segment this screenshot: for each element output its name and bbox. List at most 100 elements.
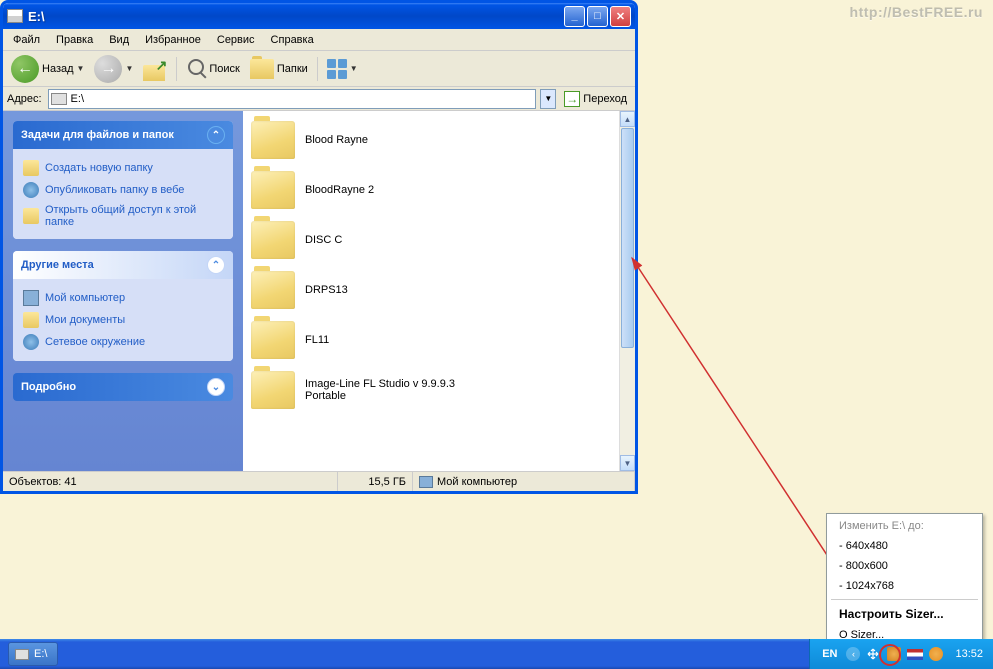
place-mycomputer[interactable]: Мой компьютер [23, 287, 223, 309]
place-mydocs[interactable]: Мои документы [23, 309, 223, 331]
list-item[interactable]: DRPS13 [247, 265, 631, 315]
up-button[interactable]: ↗ [139, 55, 171, 83]
separator [317, 57, 318, 81]
cm-header: Изменить E:\ до: [829, 516, 980, 536]
flag-tray-icon[interactable] [907, 646, 923, 662]
address-dropdown[interactable]: ▼ [540, 89, 556, 109]
menu-service[interactable]: Сервис [209, 31, 263, 49]
list-item[interactable]: FL11 [247, 315, 631, 365]
cm-size-1024[interactable]: - 1024x768 [829, 576, 980, 596]
separator [176, 57, 177, 81]
chevron-down-icon: ⌄ [207, 378, 225, 396]
go-arrow-icon: → [564, 91, 580, 107]
folder-icon [251, 171, 295, 209]
menu-edit[interactable]: Правка [48, 31, 101, 49]
folder-icon [251, 121, 295, 159]
details-title: Подробно [21, 381, 76, 393]
cm-configure[interactable]: Настроить Sizer... [829, 603, 980, 625]
watermark: http://BestFREE.ru [850, 4, 983, 20]
places-header[interactable]: Другие места ⌃ [13, 251, 233, 279]
places-title: Другие места [21, 259, 94, 271]
system-tray: EN ‹ 13:52 [809, 639, 993, 669]
defender-tray-icon[interactable] [886, 646, 902, 662]
back-button[interactable]: ← Назад ▼ [7, 53, 88, 85]
status-location: Мой компьютер [413, 472, 635, 491]
task-new-folder[interactable]: Создать новую папку [23, 157, 223, 179]
file-list[interactable]: Blood Rayne BloodRayne 2 DISC C DRPS13 F… [243, 111, 635, 471]
tray-expand-icon[interactable]: ‹ [846, 647, 860, 661]
views-button[interactable]: ▼ [323, 57, 362, 81]
taskbar: E:\ EN ‹ 13:52 [0, 639, 993, 669]
details-panel[interactable]: Подробно ⌄ [13, 373, 233, 401]
folder-icon [250, 59, 274, 79]
statusbar: Объектов: 41 15,5 ГБ Мой компьютер [3, 471, 635, 491]
maximize-button[interactable]: □ [587, 6, 608, 27]
menu-view[interactable]: Вид [101, 31, 137, 49]
window-title: E:\ [28, 9, 564, 24]
tasks-panel: Задачи для файлов и папок ⌃ Создать нову… [13, 121, 233, 239]
chevron-up-icon: ⌃ [207, 256, 225, 274]
documents-icon [23, 312, 39, 328]
menu-help[interactable]: Справка [263, 31, 322, 49]
scrollbar[interactable]: ▲ ▼ [619, 111, 635, 471]
sizer-tray-icon[interactable] [865, 646, 881, 662]
list-item[interactable]: DISC C [247, 215, 631, 265]
chevron-down-icon: ▼ [350, 64, 358, 73]
toolbar: ← Назад ▼ → ▼ ↗ Поиск Папки ▼ [3, 51, 635, 87]
search-button[interactable]: Поиск [182, 57, 243, 81]
status-objects: Объектов: 41 [3, 472, 338, 491]
list-item[interactable]: Image-Line FL Studio v 9.9.9.3 Portable [247, 365, 631, 415]
menu-file[interactable]: Файл [5, 31, 48, 49]
share-icon [23, 208, 39, 224]
menu-favorites[interactable]: Избранное [137, 31, 209, 49]
task-share[interactable]: Открыть общий доступ к этой папке [23, 201, 223, 231]
new-folder-icon [23, 160, 39, 176]
chevron-down-icon: ▼ [125, 64, 133, 73]
search-label: Поиск [209, 63, 239, 75]
back-icon: ← [11, 55, 39, 83]
folder-icon [251, 271, 295, 309]
drive-icon [7, 9, 23, 23]
list-item[interactable]: BloodRayne 2 [247, 165, 631, 215]
cm-size-800[interactable]: - 800x600 [829, 556, 980, 576]
folder-icon [251, 221, 295, 259]
go-button[interactable]: → Переход [560, 90, 631, 108]
chevron-down-icon: ▼ [77, 64, 85, 73]
views-icon [327, 59, 347, 79]
app-tray-icon[interactable] [928, 646, 944, 662]
computer-icon [419, 476, 433, 488]
task-publish[interactable]: Опубликовать папку в вебе [23, 179, 223, 201]
scroll-down-button[interactable]: ▼ [620, 455, 635, 471]
address-value: E:\ [71, 93, 84, 105]
explorer-window: E:\ _ □ ✕ Файл Правка Вид Избранное Серв… [0, 0, 638, 494]
chevron-up-icon: ⌃ [207, 126, 225, 144]
folder-icon [251, 321, 295, 359]
taskbar-item[interactable]: E:\ [8, 642, 58, 666]
tray-lang[interactable]: EN [822, 648, 837, 660]
drive-icon [51, 93, 67, 105]
list-item[interactable]: Blood Rayne [247, 115, 631, 165]
folder-up-icon: ↗ [143, 57, 167, 81]
tray-clock[interactable]: 13:52 [955, 648, 983, 660]
forward-button[interactable]: → ▼ [90, 53, 137, 85]
address-input[interactable]: E:\ [48, 89, 537, 109]
forward-icon: → [94, 55, 122, 83]
tasks-header[interactable]: Задачи для файлов и папок ⌃ [13, 121, 233, 149]
address-bar: Адрес: E:\ ▼ → Переход [3, 87, 635, 111]
back-label: Назад [42, 63, 74, 75]
computer-icon [23, 290, 39, 306]
scroll-thumb[interactable] [621, 128, 634, 348]
folder-icon [251, 371, 295, 409]
cm-size-640[interactable]: - 640x480 [829, 536, 980, 556]
folders-button[interactable]: Папки [246, 57, 312, 81]
place-network[interactable]: Сетевое окружение [23, 331, 223, 353]
folders-label: Папки [277, 63, 308, 75]
globe-icon [23, 182, 39, 198]
minimize-button[interactable]: _ [564, 6, 585, 27]
titlebar[interactable]: E:\ _ □ ✕ [3, 3, 635, 29]
drive-icon [15, 649, 29, 660]
close-button[interactable]: ✕ [610, 6, 631, 27]
separator [831, 599, 978, 600]
network-icon [23, 334, 39, 350]
scroll-up-button[interactable]: ▲ [620, 111, 635, 127]
